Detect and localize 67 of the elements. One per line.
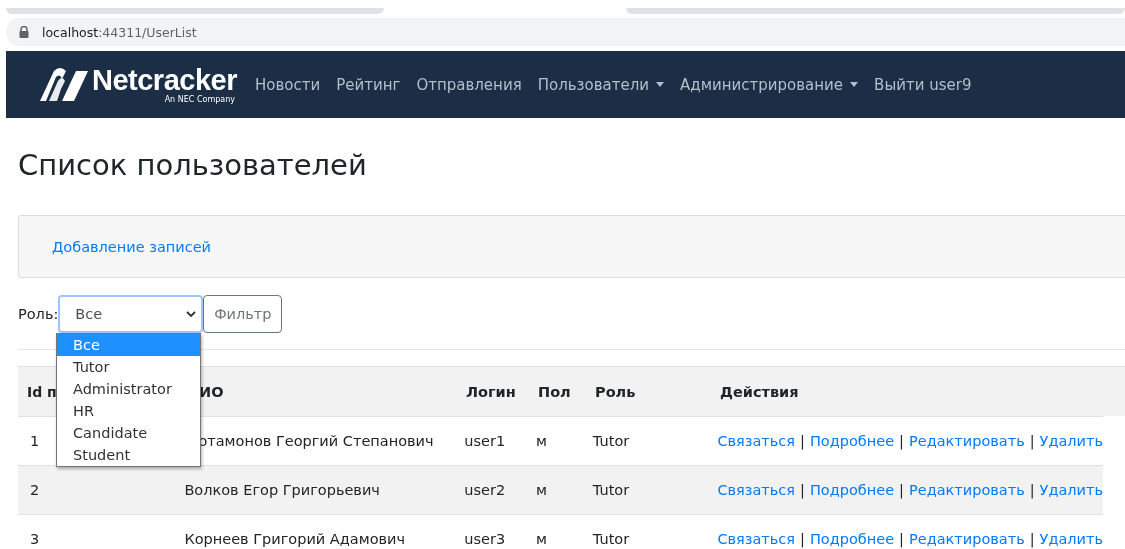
separator: |: [800, 531, 805, 547]
role-label: Роль:: [18, 306, 59, 322]
role-select[interactable]: Все: [58, 295, 204, 333]
chevron-icon: [186, 310, 197, 318]
page-title: Список пользователей: [18, 147, 368, 184]
brand-tagline: An NEC Company: [164, 94, 235, 104]
lock-icon: [19, 26, 29, 38]
table-cell-text: Tutor: [591, 482, 631, 498]
action-link[interactable]: Связаться: [717, 433, 796, 449]
table-cell-text: отамонов Георгий Степанович: [197, 433, 435, 449]
table-cell-text: user2: [463, 482, 507, 498]
table-cell-text: user3: [463, 531, 507, 547]
action-link[interactable]: Редактировать: [909, 531, 1025, 547]
table-cell-text: Tutor: [591, 433, 631, 449]
logo-icon[interactable]: [40, 66, 88, 101]
action-link[interactable]: Удалить: [1039, 482, 1103, 498]
column-header: Логин: [466, 383, 516, 400]
separator: |: [899, 482, 904, 498]
table-cell-text: Корнеев Григорий Адамович: [183, 531, 407, 547]
table-cell-text: user1: [463, 433, 507, 449]
action-link[interactable]: Редактировать: [909, 482, 1025, 498]
brand-name[interactable]: Netcracker: [92, 64, 237, 95]
address-bar[interactable]: localhost:44311/UserList: [6, 18, 1125, 46]
table-cell-text: м: [535, 531, 548, 547]
filter-button[interactable]: Фильтр: [203, 295, 283, 333]
separator: |: [800, 433, 805, 449]
action-link[interactable]: Связаться: [717, 531, 796, 547]
caret-icon: [656, 82, 665, 87]
dropdown-option[interactable]: Tutor: [57, 356, 200, 378]
dropdown-option[interactable]: Student: [57, 444, 200, 466]
nav-link[interactable]: Пользователи: [529, 75, 673, 94]
action-link[interactable]: Редактировать: [909, 433, 1025, 449]
action-link[interactable]: Подробнее: [809, 433, 895, 449]
action-link[interactable]: Подробнее: [809, 482, 895, 498]
dropdown-option[interactable]: Все: [57, 334, 200, 356]
separator: |: [1029, 482, 1035, 498]
separator: |: [899, 531, 904, 547]
column-header: Пол: [538, 383, 571, 400]
separator: |: [899, 433, 904, 449]
action-link[interactable]: Подробнее: [809, 531, 895, 547]
dropdown-option[interactable]: HR: [57, 400, 200, 422]
table-cell-text: м: [535, 433, 548, 449]
table-cell-text: 1: [29, 433, 41, 449]
nav-link[interactable]: Выйти user9: [866, 75, 980, 94]
column-header: Роль: [595, 383, 636, 400]
action-link[interactable]: Удалить: [1039, 433, 1103, 449]
column-header: Действия: [720, 383, 799, 400]
separator: |: [1029, 531, 1035, 547]
dropdown-option[interactable]: Candidate: [57, 422, 200, 444]
table-cell-text: Волков Егор Григорьевич: [183, 482, 381, 498]
action-link[interactable]: Связаться: [717, 482, 796, 498]
url-text: localhost:44311/UserList: [42, 24, 197, 40]
dropdown-option[interactable]: Administrator: [57, 378, 200, 400]
column-header: Id п: [27, 383, 57, 400]
caret-icon: [850, 82, 859, 87]
nav-link[interactable]: Новости: [246, 75, 329, 94]
nav-link[interactable]: Администрирование: [672, 75, 867, 94]
table-cell-text: 2: [29, 482, 41, 498]
separator: |: [800, 482, 805, 498]
add-records-link[interactable]: Добавление записей: [52, 238, 211, 255]
action-link[interactable]: Удалить: [1039, 531, 1103, 547]
separator: |: [1029, 433, 1035, 449]
table-cell-text: Tutor: [591, 531, 631, 547]
table-cell-text: м: [535, 482, 548, 498]
table-cell-text: 3: [29, 531, 41, 547]
nav-link[interactable]: Рейтинг: [328, 75, 409, 94]
nav-link[interactable]: Отправления: [408, 75, 530, 94]
